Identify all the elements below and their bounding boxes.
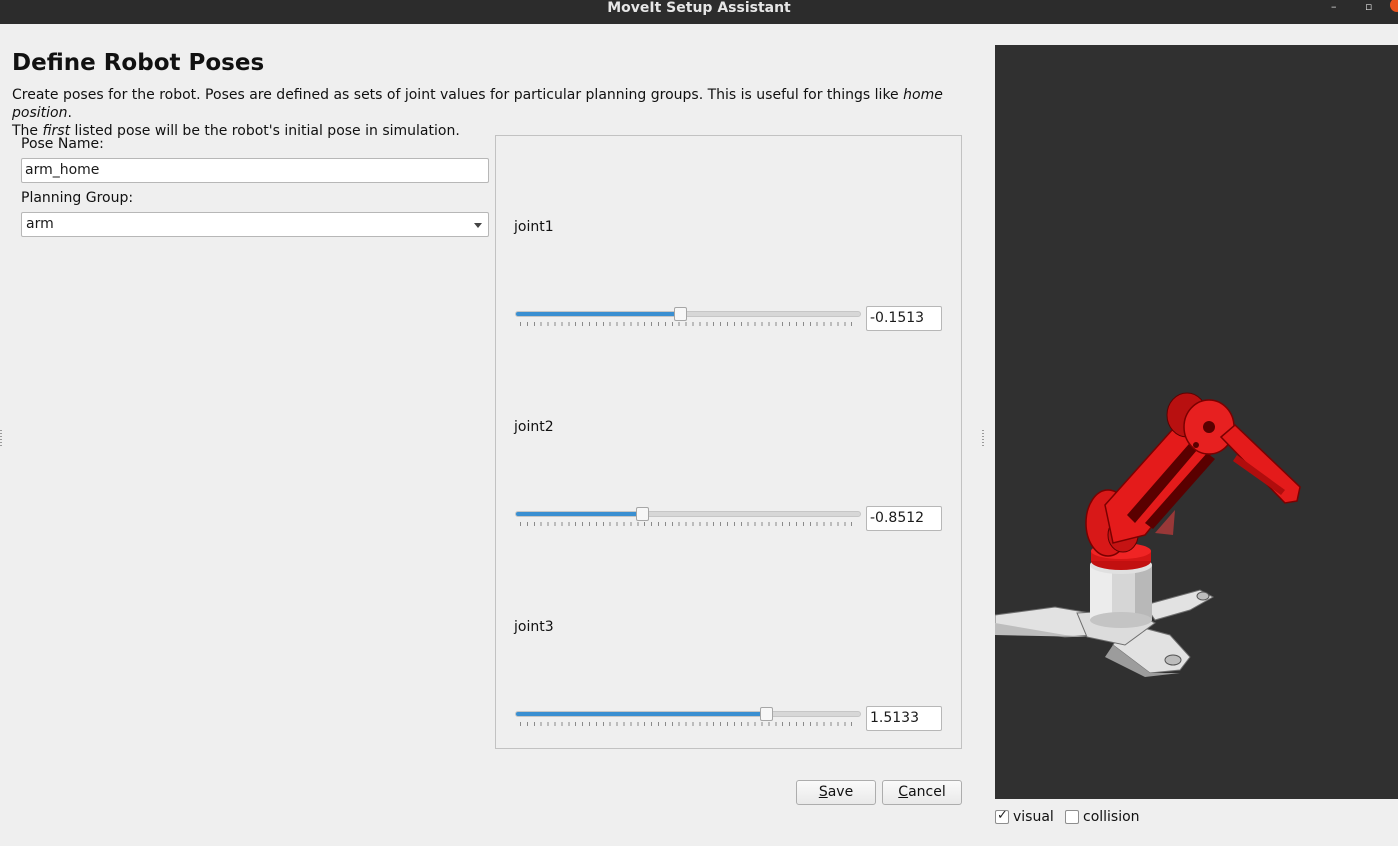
- joint-value: 1.5133: [870, 710, 919, 726]
- joint2-value-field[interactable]: -0.8512: [866, 506, 942, 531]
- planning-group-value: arm: [26, 216, 54, 232]
- joint2-slider[interactable]: [515, 506, 861, 526]
- cancel-button[interactable]: Cancel: [882, 780, 962, 805]
- left-splitter-handle[interactable]: [0, 430, 2, 446]
- slider-fill: [516, 712, 767, 716]
- joint-label: joint3: [514, 619, 554, 635]
- joint-value: -0.8512: [870, 510, 925, 526]
- slider-ticks: [520, 522, 852, 526]
- robot-model: [995, 392, 1301, 677]
- joint-label: joint1: [514, 219, 554, 235]
- pose-name-value: arm_home: [25, 162, 100, 178]
- slider-handle[interactable]: [636, 507, 649, 521]
- minimize-icon[interactable]: –: [1331, 0, 1337, 14]
- collision-label: collision: [1083, 809, 1140, 825]
- joint-label: joint2: [514, 419, 554, 435]
- pose-name-input[interactable]: arm_home: [21, 158, 489, 183]
- slider-handle[interactable]: [674, 307, 687, 321]
- page-title: Define Robot Poses: [12, 50, 265, 76]
- joint-values-panel: joint1 -0.1513 joint2 -0.8512 joint3 1.5…: [495, 135, 962, 749]
- visual-label: visual: [1013, 809, 1054, 825]
- window-title: MoveIt Setup Assistant: [607, 0, 791, 16]
- joint-value: -0.1513: [870, 310, 925, 326]
- joint3-slider[interactable]: [515, 706, 861, 726]
- slider-handle[interactable]: [760, 707, 773, 721]
- collision-checkbox[interactable]: [1065, 810, 1079, 824]
- save-button[interactable]: Save: [796, 780, 876, 805]
- robot-3d-viewer[interactable]: [995, 45, 1398, 799]
- slider-ticks: [520, 722, 852, 726]
- title-bar: MoveIt Setup Assistant – ▫: [0, 0, 1398, 24]
- chevron-down-icon: [474, 223, 482, 228]
- visual-checkbox[interactable]: ✓: [995, 808, 1009, 824]
- joint3-value-field[interactable]: 1.5133: [866, 706, 942, 731]
- joint1-slider[interactable]: [515, 306, 861, 326]
- page-description: Create poses for the robot. Poses are de…: [12, 87, 943, 139]
- slider-fill: [516, 512, 643, 516]
- slider-fill: [516, 312, 681, 316]
- check-icon: ✓: [997, 808, 1008, 823]
- splitter-handle[interactable]: [982, 430, 984, 446]
- pose-name-label: Pose Name:: [21, 136, 104, 152]
- slider-ticks: [520, 322, 852, 326]
- planning-group-select[interactable]: arm: [21, 212, 489, 237]
- planning-group-label: Planning Group:: [21, 190, 134, 206]
- joint1-value-field[interactable]: -0.1513: [866, 306, 942, 331]
- maximize-icon[interactable]: ▫: [1365, 0, 1372, 14]
